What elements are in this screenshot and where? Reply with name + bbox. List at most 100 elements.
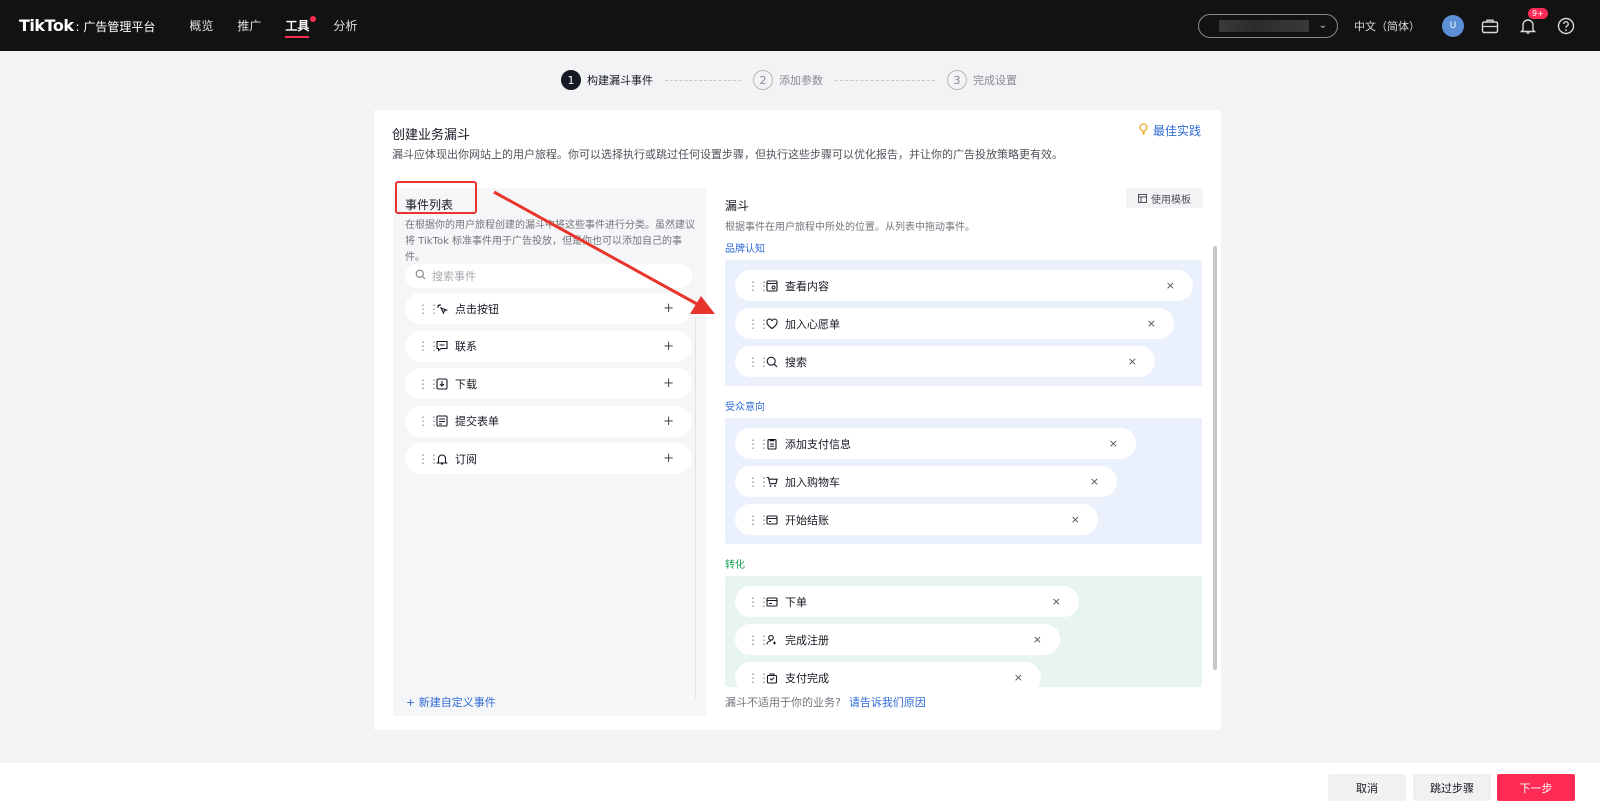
add-event-button[interactable]: +: [663, 376, 674, 391]
funnel-section-awareness[interactable]: ⋮⋮ 查看内容 × ⋮⋮ 加入心愿单 × ⋮⋮ 搜索 ×: [725, 260, 1202, 386]
remove-event-button[interactable]: ×: [1166, 279, 1175, 292]
list-item[interactable]: ⋮⋮ 下载 +: [405, 368, 692, 399]
drag-handle-icon[interactable]: ⋮⋮: [417, 452, 440, 466]
drag-handle-icon[interactable]: ⋮⋮: [417, 377, 440, 391]
list-item[interactable]: ⋮⋮ 提交表单 +: [405, 405, 692, 437]
language-switcher[interactable]: 中文（简体）: [1354, 18, 1420, 34]
help-icon[interactable]: [1554, 14, 1578, 38]
step-3-label: 完成设置: [973, 74, 1017, 87]
drag-handle-icon[interactable]: ⋮⋮: [747, 633, 770, 647]
funnel-scrollbar[interactable]: [1213, 246, 1217, 670]
search-input[interactable]: [432, 269, 672, 283]
template-icon: [1138, 193, 1147, 203]
feedback-link[interactable]: 请告诉我们原因: [849, 696, 926, 709]
chevron-down-icon: ⌄: [1318, 20, 1327, 31]
list-item[interactable]: ⋮⋮ 查看内容 ×: [735, 270, 1193, 301]
funnel-section-conversion[interactable]: ⋮⋮ 下单 × ⋮⋮ 完成注册 × ⋮⋮ 支付完成 ×: [725, 576, 1202, 687]
remove-event-button[interactable]: ×: [1147, 317, 1156, 330]
add-event-button[interactable]: +: [663, 339, 674, 354]
drag-handle-icon[interactable]: ⋮⋮: [417, 302, 440, 316]
top-navigation-bar: TikTok : 广告管理平台 概览 推广 工具 分析 ⌄ 中文（简体） U 9…: [0, 0, 1600, 51]
page-title: 创建业务漏斗: [392, 128, 471, 143]
available-events: ⋮⋮ 点击按钮 + ⋮⋮ 联系 + ⋮⋮ 下载 + ⋮⋮ 提交表单 + ⋮⋮ 订…: [405, 293, 692, 481]
remove-event-button[interactable]: ×: [1090, 475, 1099, 488]
step-1: 1 构建漏斗事件: [561, 70, 653, 90]
drag-handle-icon[interactable]: ⋮⋮: [417, 414, 440, 428]
skip-step-button[interactable]: 跳过步骤: [1413, 774, 1491, 801]
nav-campaign[interactable]: 推广: [237, 0, 261, 51]
account-selector[interactable]: ⌄: [1198, 13, 1338, 38]
logo-text: TikTok: [19, 16, 74, 35]
list-item[interactable]: ⋮⋮ 支付完成 ×: [735, 662, 1041, 687]
chat-icon: [435, 339, 449, 353]
order-icon: [765, 595, 779, 609]
nav-tools-dot-badge: [310, 16, 317, 22]
step-1-label: 构建漏斗事件: [587, 74, 653, 87]
best-practice-link[interactable]: 最佳实践: [1138, 122, 1201, 139]
drag-handle-icon[interactable]: ⋮⋮: [747, 437, 770, 451]
nav-tools[interactable]: 工具: [285, 0, 317, 51]
event-label: 添加支付信息: [785, 437, 851, 451]
avatar[interactable]: U: [1442, 14, 1464, 37]
drag-handle-icon[interactable]: ⋮⋮: [747, 513, 770, 527]
funnel-section-intent[interactable]: ⋮⋮ 添加支付信息 × ⋮⋮ 加入购物车 × ⋮⋮ 开始结账 ×: [725, 418, 1202, 544]
remove-event-button[interactable]: ×: [1014, 671, 1023, 684]
remove-event-button[interactable]: ×: [1071, 513, 1080, 526]
event-label: 搜索: [785, 355, 807, 369]
list-item[interactable]: ⋮⋮ 点击按钮 +: [405, 293, 692, 324]
list-item[interactable]: ⋮⋮ 开始结账 ×: [735, 504, 1098, 535]
notification-bell-icon[interactable]: 9+: [1516, 7, 1548, 38]
list-item[interactable]: ⋮⋮ 添加支付信息 ×: [735, 428, 1136, 459]
click-icon: [435, 302, 449, 316]
event-label: 查看内容: [785, 279, 829, 293]
briefcase-icon[interactable]: [1478, 14, 1502, 38]
form-icon: [435, 414, 449, 428]
tiktok-logo[interactable]: TikTok : 广告管理平台: [19, 16, 155, 35]
event-label: 加入心愿单: [785, 317, 840, 331]
lightbulb-icon: [1138, 123, 1149, 138]
logo-subtitle: : 广告管理平台: [75, 20, 156, 34]
drag-handle-icon[interactable]: ⋮⋮: [747, 671, 770, 685]
clipboard-icon: [765, 437, 779, 451]
list-item[interactable]: ⋮⋮ 订阅 +: [405, 443, 692, 474]
list-item[interactable]: ⋮⋮ 下单 ×: [735, 586, 1079, 617]
cancel-button[interactable]: 取消: [1328, 774, 1406, 801]
use-template-button[interactable]: 使用模板: [1126, 188, 1203, 208]
event-label: 支付完成: [785, 671, 829, 685]
download-icon: [435, 377, 449, 391]
drag-handle-icon[interactable]: ⋮⋮: [747, 475, 770, 489]
remove-event-button[interactable]: ×: [1033, 633, 1042, 646]
remove-event-button[interactable]: ×: [1109, 437, 1118, 450]
use-template-label: 使用模板: [1151, 194, 1191, 206]
cart-icon: [765, 475, 779, 489]
list-item[interactable]: ⋮⋮ 完成注册 ×: [735, 624, 1060, 655]
view-content-icon: [765, 279, 779, 293]
heart-icon: [765, 317, 779, 331]
add-event-button[interactable]: +: [663, 301, 674, 316]
main-nav: 概览 推广 工具 分析: [189, 0, 381, 51]
remove-event-button[interactable]: ×: [1128, 355, 1137, 368]
next-step-button[interactable]: 下一步: [1497, 774, 1575, 801]
notification-badge: 9+: [1528, 7, 1548, 19]
step-2-label: 添加参数: [779, 74, 823, 87]
drag-handle-icon[interactable]: ⋮⋮: [747, 595, 770, 609]
drag-handle-icon[interactable]: ⋮⋮: [747, 279, 770, 293]
feedback-text: 漏斗不适用于你的业务?: [725, 696, 841, 709]
add-custom-event-link[interactable]: + 新建自定义事件: [406, 694, 496, 710]
event-list-title: 事件列表: [405, 198, 454, 212]
remove-event-button[interactable]: ×: [1052, 595, 1061, 608]
list-item[interactable]: ⋮⋮ 联系 +: [405, 330, 692, 362]
list-item[interactable]: ⋮⋮ 加入购物车 ×: [735, 466, 1117, 497]
nav-overview[interactable]: 概览: [189, 0, 213, 51]
drag-handle-icon[interactable]: ⋮⋮: [417, 339, 440, 353]
list-item[interactable]: ⋮⋮ 搜索 ×: [735, 346, 1155, 377]
add-event-button[interactable]: +: [663, 414, 674, 429]
nav-analytics[interactable]: 分析: [333, 0, 357, 51]
step-connector: [665, 79, 741, 81]
list-item[interactable]: ⋮⋮ 加入心愿单 ×: [735, 308, 1174, 339]
event-search-box[interactable]: [405, 264, 692, 288]
event-label: 提交表单: [455, 415, 499, 428]
drag-handle-icon[interactable]: ⋮⋮: [747, 317, 770, 331]
add-event-button[interactable]: +: [663, 451, 674, 466]
drag-handle-icon[interactable]: ⋮⋮: [747, 355, 770, 369]
